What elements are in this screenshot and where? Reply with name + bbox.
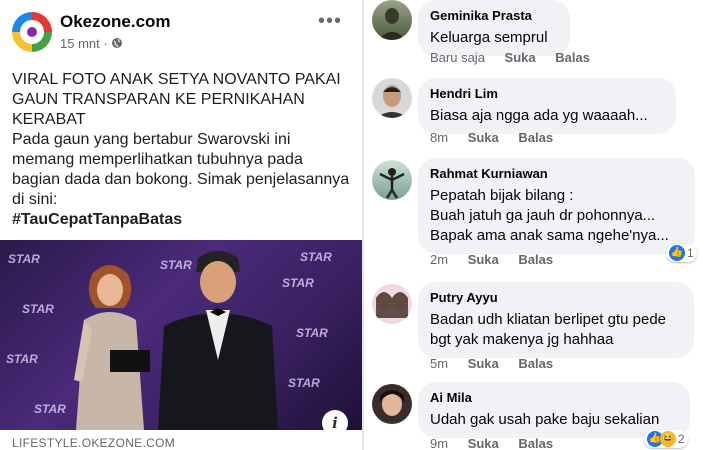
more-horizontal-icon[interactable]: •••: [318, 10, 342, 33]
reaction-count: 1: [687, 246, 694, 260]
comment-text: Biasa aja ngga ada yg waaaah...: [430, 107, 648, 124]
meta-separator: ·: [103, 36, 108, 51]
like-button[interactable]: Suka: [468, 252, 499, 267]
backdrop-logo: STAR: [300, 250, 332, 264]
page-name[interactable]: Okezone.com: [60, 12, 171, 32]
comment-time[interactable]: 9m: [430, 436, 448, 450]
backdrop-logo: STAR: [22, 302, 54, 316]
backdrop-logo: STAR: [288, 376, 320, 390]
post-headline: VIRAL FOTO ANAK SETYA NOVANTO PAKAI GAUN…: [12, 71, 341, 128]
like-reaction-icon: 👍: [669, 245, 685, 261]
comment-bubble: Hendri Lim Biasa aja ngga ada yg waaaah.…: [418, 78, 676, 134]
like-button[interactable]: Suka: [505, 50, 536, 65]
comment-text: Badan udh kliatan berlipet gtu pede bgt …: [430, 310, 682, 350]
link-source[interactable]: LIFESTYLE.OKEZONE.COM: [12, 436, 175, 450]
comment-time[interactable]: 2m: [430, 252, 448, 267]
reaction-summary[interactable]: 👍 😆 2: [644, 430, 688, 448]
post-card: Okezone.com 15 mnt · ••• VIRAL FOTO ANAK…: [0, 0, 362, 450]
comment-text: Udah gak usah pake baju sekalian: [430, 411, 660, 428]
comment-time[interactable]: 8m: [430, 130, 448, 145]
comment-line: Buah jatuh ga jauh dr pohonnya...: [430, 207, 656, 224]
info-icon[interactable]: i: [322, 410, 348, 430]
post-meta: 15 mnt ·: [60, 36, 123, 51]
like-button[interactable]: Suka: [468, 356, 499, 371]
reply-button[interactable]: Balas: [555, 50, 590, 65]
comment-time[interactable]: Baru saja: [430, 50, 485, 65]
comment-bubble: Putry Ayyu Badan udh kliatan berlipet gt…: [418, 282, 694, 358]
globe-icon: [111, 36, 123, 51]
backdrop-logo: STAR: [296, 326, 328, 340]
reply-button[interactable]: Balas: [518, 252, 553, 267]
like-button[interactable]: Suka: [468, 436, 499, 450]
page-avatar[interactable]: [12, 12, 52, 52]
commenter-name[interactable]: Putry Ayyu: [430, 289, 682, 306]
post-time[interactable]: 15 mnt: [60, 36, 100, 51]
avatar[interactable]: [372, 284, 412, 324]
commenter-name[interactable]: Rahmat Kurniawan: [430, 165, 683, 182]
reply-button[interactable]: Balas: [518, 130, 553, 145]
commenter-name[interactable]: Hendri Lim: [430, 85, 664, 102]
post-photo[interactable]: STAR STAR STAR STAR STAR STAR STAR STAR …: [0, 240, 362, 430]
avatar[interactable]: [372, 160, 412, 200]
comment-text: Keluarga semprul: [430, 29, 548, 46]
comment-line: Bapak ama anak sama ngehe'nya...: [430, 227, 669, 244]
backdrop-logo: STAR: [282, 276, 314, 290]
reply-button[interactable]: Balas: [518, 356, 553, 371]
like-button[interactable]: Suka: [468, 130, 499, 145]
reaction-summary[interactable]: 👍 1: [666, 244, 697, 262]
backdrop-logo: STAR: [6, 352, 38, 366]
comment-bubble: Geminika Prasta Keluarga semprul: [418, 0, 570, 56]
woman-figure: [74, 265, 144, 430]
post-body: Pada gaun yang bertabur Swarovski ini me…: [12, 131, 350, 208]
backdrop-logo: STAR: [34, 402, 66, 416]
comment-text: Pepatah bijak bilang : Buah jatuh ga jau…: [430, 186, 683, 246]
avatar[interactable]: [372, 0, 412, 40]
man-figure: [158, 251, 278, 430]
comment-line: Pepatah bijak bilang :: [430, 187, 574, 204]
commenter-name[interactable]: Geminika Prasta: [430, 7, 558, 24]
comment-actions: 8m Suka Balas: [430, 130, 569, 145]
avatar[interactable]: [372, 384, 412, 424]
comment-line: Badan udh kliatan berlipet gtu pede: [430, 311, 667, 328]
comment-bubble: Rahmat Kurniawan Pepatah bijak bilang : …: [418, 158, 695, 254]
reaction-count: 2: [678, 432, 685, 446]
comment-actions: 5m Suka Balas: [430, 356, 569, 371]
commenter-name[interactable]: Ai Mila: [430, 389, 678, 406]
censor-bar: [110, 350, 150, 372]
comment-actions: 2m Suka Balas: [430, 252, 569, 267]
comments-panel: Geminika Prasta Keluarga semprul Baru sa…: [364, 0, 720, 450]
comment-actions: Baru saja Suka Balas: [430, 50, 606, 65]
reply-button[interactable]: Balas: [518, 436, 553, 450]
comment-actions: 9m Suka Balas: [430, 436, 569, 450]
avatar[interactable]: [372, 78, 412, 118]
post-text: VIRAL FOTO ANAK SETYA NOVANTO PAKAI GAUN…: [12, 70, 352, 230]
backdrop-logo: STAR: [8, 252, 40, 266]
haha-reaction-icon: 😆: [660, 431, 676, 447]
comment-time[interactable]: 5m: [430, 356, 448, 371]
comment-line: bgt yak makenya jg hahhaa: [430, 331, 614, 348]
hashtag-link[interactable]: #TauCepatTanpaBatas: [12, 210, 352, 230]
